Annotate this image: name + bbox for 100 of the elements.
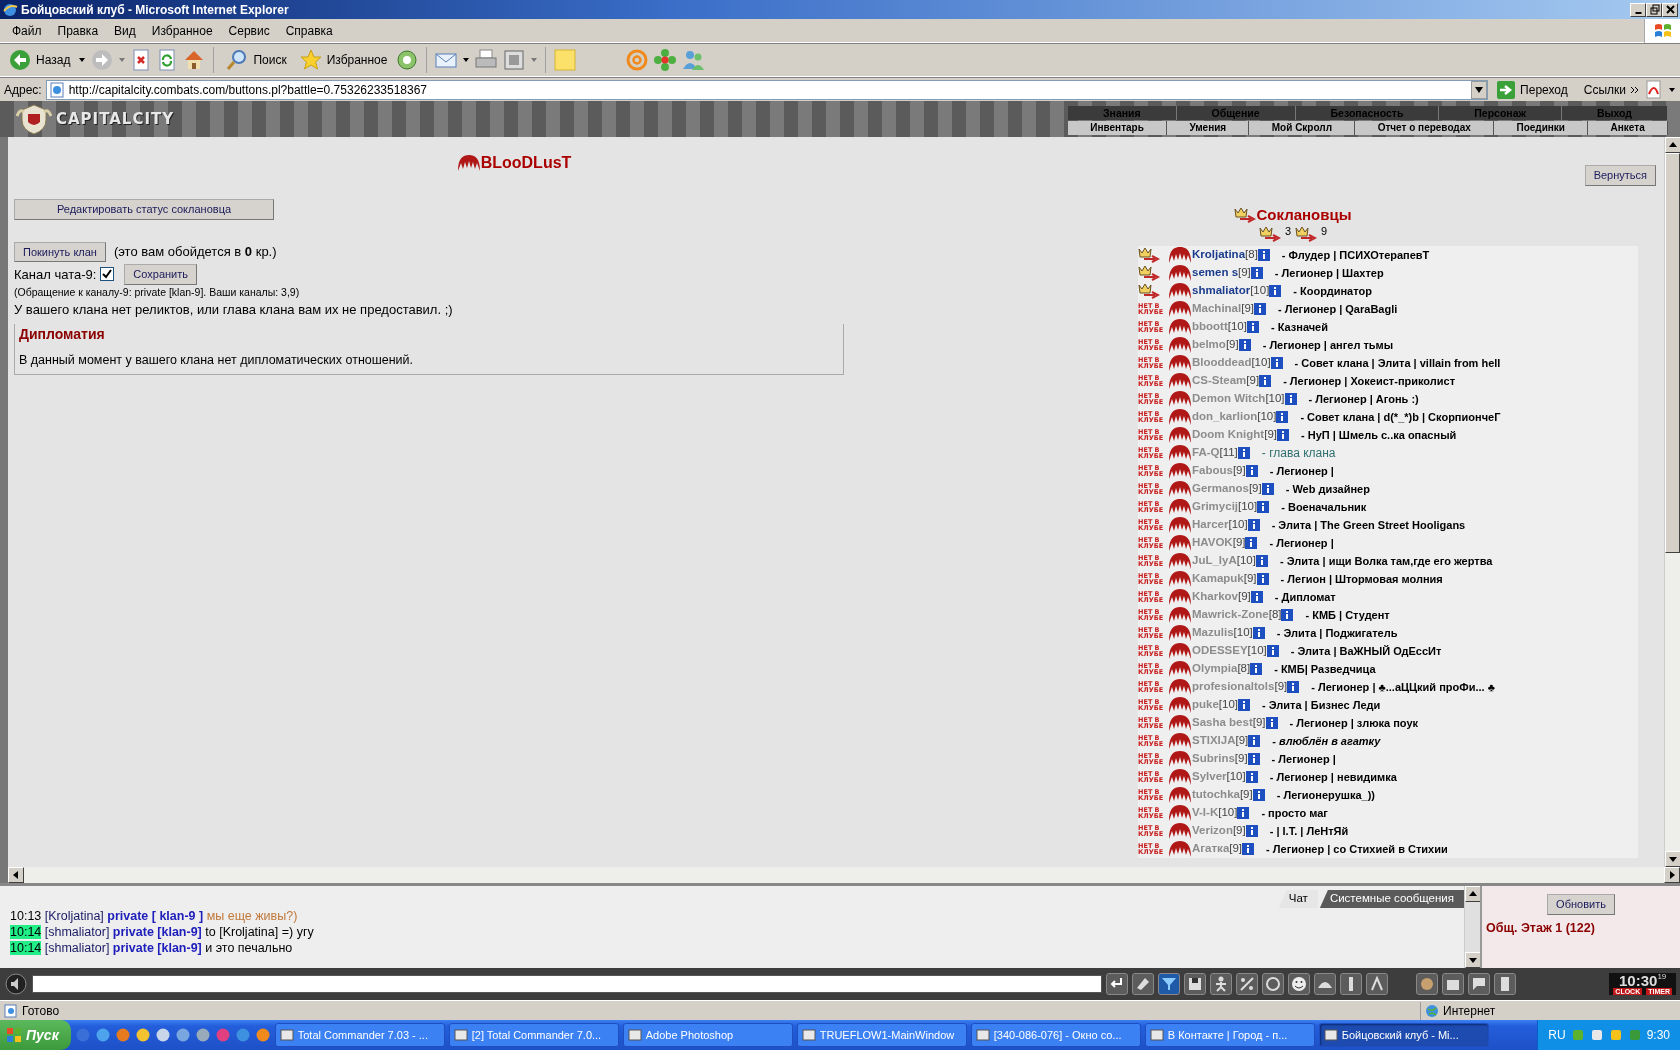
info-icon[interactable]: [1252, 627, 1265, 639]
nav-link[interactable]: Знания: [1068, 106, 1177, 120]
info-icon[interactable]: [1237, 807, 1250, 819]
save-button[interactable]: Сохранить: [124, 264, 197, 285]
menu-item[interactable]: Избранное: [143, 21, 221, 40]
member-name[interactable]: Sylver: [1192, 768, 1227, 786]
info-icon[interactable]: [1247, 753, 1260, 765]
address-field[interactable]: http://capitalcity.combats.com/buttons.pl?battle=0.75326233518367: [45, 79, 1489, 100]
info-icon[interactable]: [1281, 609, 1294, 621]
member-name[interactable]: Mazulis: [1192, 624, 1234, 642]
info-icon[interactable]: [1255, 555, 1268, 567]
chat-input[interactable]: [32, 975, 1102, 993]
member-name[interactable]: HAVOK: [1192, 534, 1233, 552]
member-name[interactable]: Harcer: [1192, 516, 1229, 534]
dropdown-arrow-icon[interactable]: [1474, 85, 1485, 94]
member-name[interactable]: Kamapuk: [1192, 570, 1244, 588]
info-icon[interactable]: [1254, 303, 1266, 315]
member-name[interactable]: Mawrick-Zone: [1192, 606, 1269, 624]
member-name[interactable]: puke: [1192, 696, 1219, 714]
member-name[interactable]: V-I-K: [1192, 804, 1219, 822]
nav-link[interactable]: Инвентарь: [1068, 121, 1168, 135]
go-button[interactable]: Переход: [1492, 77, 1572, 102]
member-name[interactable]: JuL_IyA: [1192, 552, 1237, 570]
taskbar-button[interactable]: Adobe Photoshop: [622, 1023, 793, 1047]
taskbar-button[interactable]: [340-086-076] - Окно со...: [970, 1023, 1141, 1047]
member-name[interactable]: Demon Witch: [1192, 390, 1266, 408]
member-name[interactable]: don_karlion: [1192, 408, 1258, 426]
minimize-button[interactable]: [1630, 2, 1646, 17]
scroll-left-button[interactable]: [8, 867, 24, 883]
info-icon[interactable]: [1250, 663, 1263, 675]
info-icon[interactable]: [1277, 429, 1289, 441]
info-icon[interactable]: [1250, 267, 1263, 279]
member-name[interactable]: belmo: [1192, 336, 1226, 354]
member-name[interactable]: Blooddead: [1192, 354, 1252, 372]
info-icon[interactable]: [1246, 321, 1259, 333]
member-name[interactable]: Machinal: [1192, 300, 1242, 318]
caret-icon[interactable]: [78, 56, 87, 64]
edit-status-button[interactable]: Редактировать статус соклановца: [14, 199, 274, 220]
taskbar-button[interactable]: Бойцовский клуб - Mi...: [1318, 1023, 1489, 1047]
nav-link[interactable]: Общение: [1176, 106, 1296, 120]
caret-icon[interactable]: [1668, 85, 1676, 94]
info-icon[interactable]: [1245, 825, 1258, 837]
info-icon[interactable]: [1242, 843, 1255, 855]
chat-tab[interactable]: Системные сообщения: [1319, 890, 1464, 908]
member-name[interactable]: Sasha best: [1192, 714, 1253, 732]
back-button[interactable]: Назад: [4, 46, 75, 74]
info-icon[interactable]: [1252, 789, 1265, 801]
member-name[interactable]: Verizon: [1192, 822, 1233, 840]
info-icon[interactable]: [1245, 771, 1258, 783]
info-icon[interactable]: [1256, 573, 1269, 585]
channel-checkbox[interactable]: [100, 267, 115, 282]
scroll-up-button[interactable]: [1665, 137, 1680, 153]
taskbar-button[interactable]: В Контакте | Город - п...: [1144, 1023, 1315, 1047]
scroll-down-button[interactable]: [1665, 851, 1680, 867]
member-name[interactable]: Fabous: [1192, 462, 1233, 480]
member-name[interactable]: bboott: [1192, 318, 1228, 336]
member-name[interactable]: STIXIJA: [1192, 732, 1236, 750]
member-name[interactable]: semen s: [1192, 264, 1239, 282]
start-button[interactable]: Пуск: [0, 1020, 71, 1050]
member-name[interactable]: Kroljatina: [1192, 246, 1246, 264]
scrollbar-thumb[interactable]: [1665, 153, 1680, 553]
scroll-down-button[interactable]: [1465, 952, 1481, 968]
menu-item[interactable]: Правка: [49, 21, 107, 40]
nav-link[interactable]: Поединки: [1494, 121, 1589, 135]
member-name[interactable]: profesionaltols: [1192, 678, 1275, 696]
close-button[interactable]: [1662, 2, 1678, 17]
info-icon[interactable]: [1259, 375, 1272, 387]
member-name[interactable]: CS-Steam: [1192, 372, 1247, 390]
ring-icon[interactable]: [1263, 974, 1283, 994]
info-icon[interactable]: [1284, 393, 1297, 405]
scroll-up-button[interactable]: [1465, 886, 1481, 902]
smiley-icon[interactable]: [1289, 974, 1309, 994]
member-name[interactable]: Olympia: [1192, 660, 1238, 678]
member-name[interactable]: FA-Q: [1192, 444, 1220, 462]
chevron-icon[interactable]: [1630, 84, 1640, 95]
member-name[interactable]: Subrins: [1192, 750, 1235, 768]
info-icon[interactable]: [1261, 483, 1274, 495]
taskbar-button[interactable]: Total Commander 7.03 - ...: [274, 1023, 445, 1047]
language-indicator[interactable]: RU: [1548, 1026, 1566, 1044]
search-button[interactable]: Поиск: [221, 46, 291, 74]
nav-link[interactable]: Безопасность: [1295, 106, 1440, 120]
info-icon[interactable]: [1269, 285, 1282, 297]
menu-item[interactable]: Вид: [106, 21, 144, 40]
nav-link[interactable]: Персонаж: [1439, 106, 1562, 120]
info-icon[interactable]: [1237, 447, 1250, 459]
nav-link[interactable]: Мой Скролл: [1249, 121, 1356, 135]
caret-icon[interactable]: [462, 56, 471, 64]
member-name[interactable]: ODESSEY: [1192, 642, 1248, 660]
info-icon[interactable]: [1287, 681, 1300, 693]
info-icon[interactable]: [1257, 501, 1270, 513]
info-icon[interactable]: [1276, 411, 1289, 423]
info-icon[interactable]: [1270, 357, 1283, 369]
chat-tab[interactable]: Чат: [1278, 890, 1318, 908]
info-icon[interactable]: [1245, 537, 1258, 549]
taskbar-button[interactable]: TRUEFLOW1-MainWindow: [796, 1023, 967, 1047]
nav-link[interactable]: Отчет о переводах: [1355, 121, 1495, 135]
info-icon[interactable]: [1250, 591, 1263, 603]
info-icon[interactable]: [1247, 519, 1260, 531]
member-name[interactable]: Germanos: [1192, 480, 1249, 498]
scroll-right-button[interactable]: [1664, 867, 1680, 883]
